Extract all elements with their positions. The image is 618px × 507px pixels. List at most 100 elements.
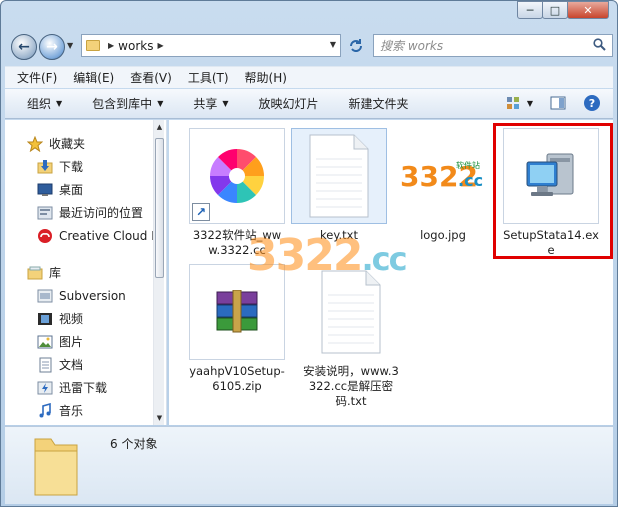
- text-file-icon: [309, 134, 369, 218]
- file-item[interactable]: 3322 软件站 .cc logo.jpg: [395, 128, 491, 243]
- text-file-icon: [321, 270, 381, 354]
- address-field[interactable]: ▶ works ▶ ▼: [81, 34, 341, 57]
- file-name: logo.jpg: [420, 228, 466, 242]
- favorites-header[interactable]: 收藏夹: [5, 132, 166, 155]
- preview-pane-icon[interactable]: [549, 94, 567, 112]
- documents-icon: [39, 357, 52, 372]
- include-in-library-button[interactable]: 包含到库中 ▼: [92, 95, 163, 112]
- minimize-button[interactable]: ─: [517, 1, 543, 19]
- sidebar-item-music[interactable]: 音乐: [5, 399, 166, 422]
- navigation-pane: 收藏夹 下载 桌面 最近访问的位置 Creative Cloud Fi 库 Su…: [5, 120, 167, 425]
- organize-button[interactable]: 组织 ▼: [27, 95, 62, 112]
- sidebar-item-creative-cloud[interactable]: Creative Cloud Fi: [5, 224, 166, 247]
- address-dropdown-icon[interactable]: ▼: [330, 40, 336, 49]
- recent-pages-dropdown[interactable]: ▼: [67, 41, 73, 50]
- refresh-icon[interactable]: [345, 34, 367, 57]
- include-library-label: 包含到库中: [92, 97, 153, 111]
- sidebar-item-subversion[interactable]: Subversion: [5, 284, 166, 307]
- sidebar-item-documents[interactable]: 文档: [5, 353, 166, 376]
- item-count: 6 个对象: [110, 437, 158, 451]
- folder-icon: [34, 438, 78, 496]
- scroll-down-icon[interactable]: ▼: [155, 414, 164, 422]
- search-placeholder: 搜索 works: [380, 39, 444, 53]
- slideshow-button[interactable]: 放映幻灯片: [259, 95, 319, 112]
- libraries-header[interactable]: 库: [5, 261, 166, 284]
- scrollbar-thumb[interactable]: [155, 138, 164, 278]
- forward-button[interactable]: →: [39, 34, 65, 60]
- sidebar-item-label: 迅雷下载: [59, 381, 108, 395]
- sidebar-item-thunder-downloads[interactable]: 迅雷下载: [5, 376, 166, 399]
- sidebar-item-label: 桌面: [59, 183, 84, 197]
- svg-text:.cc: .cc: [458, 171, 483, 190]
- folder-icon: [86, 40, 100, 51]
- sidebar-item-pictures[interactable]: 图片: [5, 330, 166, 353]
- menu-file[interactable]: 文件(F): [17, 69, 57, 86]
- slideshow-label: 放映幻灯片: [258, 97, 319, 111]
- star-icon: [27, 135, 43, 152]
- pinwheel-icon: [210, 149, 264, 203]
- share-button[interactable]: 共享 ▼: [193, 95, 228, 112]
- sidebar-item-label: 视频: [59, 312, 84, 326]
- scroll-up-icon[interactable]: ▲: [155, 123, 164, 131]
- highlight-box: [493, 123, 613, 259]
- new-folder-label: 新建文件夹: [348, 97, 409, 111]
- creative-cloud-icon: [38, 228, 52, 243]
- file-thumbnail[interactable]: [189, 264, 285, 360]
- libraries-label: 库: [49, 266, 62, 280]
- file-item[interactable]: yaahpV10Setup-6105.zip: [189, 264, 285, 394]
- menu-bar: 文件(F) 编辑(E) 查看(V) 工具(T) 帮助(H): [5, 66, 613, 88]
- menu-edit[interactable]: 编辑(E): [73, 69, 114, 86]
- sidebar-item-label: 下载: [59, 160, 84, 174]
- maximize-button[interactable]: □: [542, 1, 568, 19]
- library-icon: [27, 266, 43, 279]
- file-thumbnail[interactable]: [303, 264, 399, 360]
- sidebar-item-label: 音乐: [59, 404, 84, 418]
- sidebar-item-recent-places[interactable]: 最近访问的位置: [5, 201, 166, 224]
- help-icon[interactable]: ?: [583, 94, 601, 112]
- file-thumbnail[interactable]: [291, 128, 387, 224]
- svg-text:软件站: 软件站: [456, 160, 480, 170]
- sidebar-item-label: Creative Cloud Fi: [59, 228, 161, 243]
- back-button[interactable]: ←: [11, 34, 37, 60]
- favorites-label: 收藏夹: [49, 137, 86, 151]
- view-options-icon[interactable]: [505, 94, 523, 112]
- video-icon: [38, 312, 52, 325]
- file-item[interactable]: ↗ 3322软件站_www.3322.cc: [189, 128, 285, 258]
- sidebar-item-downloads[interactable]: 下载: [5, 155, 166, 178]
- subversion-icon: [37, 289, 53, 302]
- menu-help[interactable]: 帮助(H): [245, 69, 287, 86]
- sidebar-item-videos[interactable]: 视频: [5, 307, 166, 330]
- explorer-window: ─ □ ✕ ← → ▼ ▶ works ▶ ▼ 搜索 works 文件(F) 编…: [0, 0, 618, 507]
- sidebar-item-label: 文档: [59, 358, 84, 372]
- view-dropdown-icon[interactable]: ▼: [527, 99, 533, 108]
- file-name: key.txt: [320, 228, 358, 242]
- thunder-download-icon: [37, 381, 53, 394]
- file-item[interactable]: 安装说明，www.3322.cc是解压密码.txt: [303, 264, 399, 409]
- caption-buttons: ─ □ ✕: [517, 1, 609, 19]
- close-button[interactable]: ✕: [567, 1, 609, 19]
- sidebar-item-desktop[interactable]: 桌面: [5, 178, 166, 201]
- organize-label: 组织: [27, 97, 52, 111]
- file-name: 3322软件站_www.3322.cc: [192, 228, 282, 257]
- chevron-down-icon: ▼: [222, 99, 229, 108]
- new-folder-button[interactable]: 新建文件夹: [349, 95, 409, 112]
- search-icon[interactable]: [593, 38, 606, 51]
- file-thumbnail[interactable]: ↗: [189, 128, 285, 224]
- menu-view[interactable]: 查看(V): [130, 69, 172, 86]
- path-segment-works[interactable]: works: [118, 39, 153, 53]
- file-thumbnail[interactable]: 3322 软件站 .cc: [395, 128, 491, 224]
- file-item[interactable]: key.txt: [291, 128, 387, 243]
- share-label: 共享: [193, 97, 218, 111]
- details-pane: 6 个对象: [5, 426, 613, 504]
- address-bar-row: ← → ▼ ▶ works ▶ ▼ 搜索 works: [7, 31, 613, 61]
- chevron-down-icon: ▼: [56, 99, 63, 108]
- menu-tools[interactable]: 工具(T): [188, 69, 229, 86]
- sidebar-item-label: 图片: [59, 335, 84, 349]
- path-separator-icon[interactable]: ▶: [108, 41, 114, 50]
- music-icon: [39, 402, 51, 417]
- navigation-scrollbar[interactable]: ▲ ▼: [153, 120, 164, 425]
- path-separator-icon[interactable]: ▶: [157, 41, 163, 50]
- shortcut-arrow-icon: ↗: [192, 203, 210, 221]
- search-input[interactable]: 搜索 works: [373, 34, 613, 57]
- logo-image-icon: 3322 软件站 .cc: [400, 160, 483, 193]
